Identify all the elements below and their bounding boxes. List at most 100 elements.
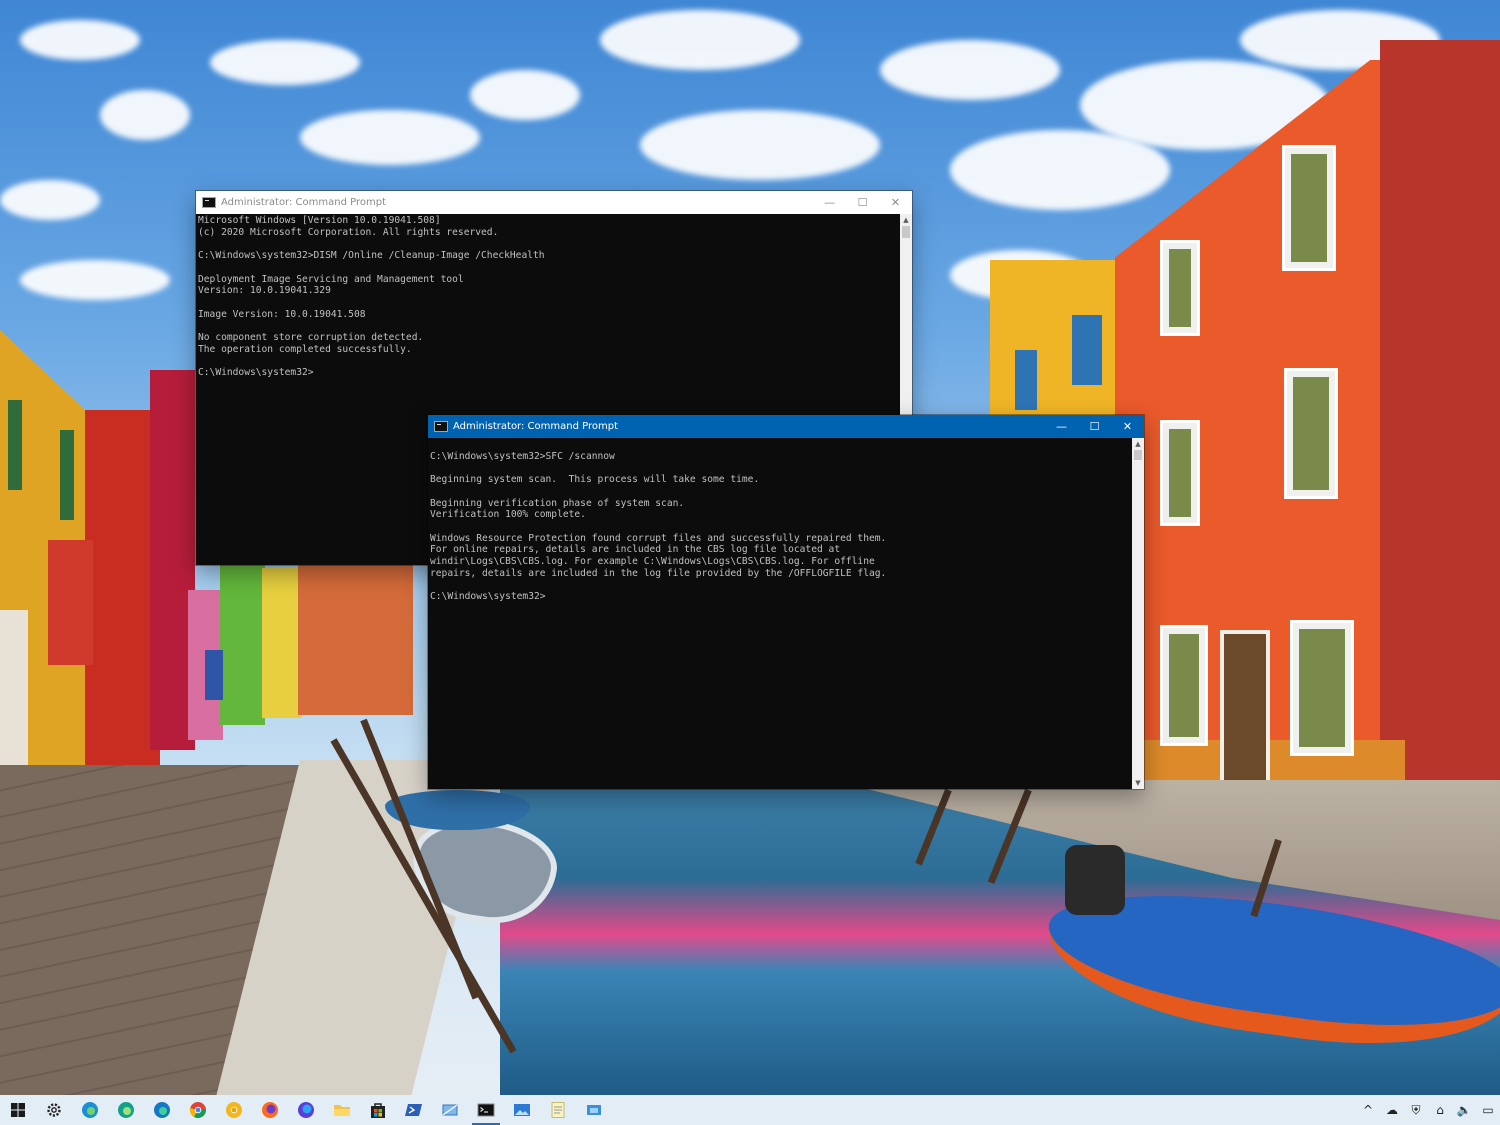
taskbar-notepad-button[interactable] xyxy=(540,1095,576,1125)
building-window xyxy=(1282,145,1336,271)
outboard-motor xyxy=(1065,845,1125,915)
chevron-up-icon[interactable]: ^ xyxy=(1356,1095,1380,1125)
edge-beta-icon xyxy=(117,1101,135,1119)
cloud xyxy=(880,40,1060,100)
taskbar-windows-start-button[interactable] xyxy=(0,1095,36,1125)
taskbar-edge-dev-button[interactable] xyxy=(144,1095,180,1125)
windows-start-icon xyxy=(9,1101,27,1119)
taskbar-store-button[interactable] xyxy=(360,1095,396,1125)
taskbar-chrome-button[interactable] xyxy=(180,1095,216,1125)
console-line: No component store corruption detected. xyxy=(198,332,424,344)
volume-icon[interactable]: 🔈 xyxy=(1452,1095,1476,1125)
building-window xyxy=(1160,625,1208,746)
taskbar-command-prompt-button[interactable] xyxy=(468,1095,504,1125)
red-house xyxy=(85,410,160,770)
console-line: C:\Windows\system32>DISM /Online /Cleanu… xyxy=(198,250,545,262)
console-line: Deployment Image Servicing and Managemen… xyxy=(198,273,464,285)
window-title: Administrator: Command Prompt xyxy=(221,197,386,208)
window-titlebar[interactable]: Administrator: Command Prompt — ☐ ✕ xyxy=(428,415,1144,438)
cloud xyxy=(20,20,140,60)
settings-gear-icon xyxy=(45,1101,63,1119)
system-tray: ^ ☁ ⛨ ⌂ 🔈 ▭ xyxy=(1356,1095,1500,1125)
hanging-cloth-blue xyxy=(205,650,223,700)
taskbar-file-explorer-button[interactable] xyxy=(324,1095,360,1125)
console-line: Image Version: 10.0.19041.508 xyxy=(198,308,366,320)
vertical-scrollbar[interactable]: ▲ ▼ xyxy=(1132,438,1144,789)
taskbar-remote-desktop-button[interactable] xyxy=(432,1095,468,1125)
green-house xyxy=(220,565,265,725)
hanging-carpet xyxy=(48,540,93,665)
taskbar-firefox-nightly-button[interactable] xyxy=(288,1095,324,1125)
console-output[interactable]: C:\Windows\system32>SFC /scannow Beginni… xyxy=(428,438,1132,789)
remote-desktop-icon xyxy=(441,1101,459,1119)
edge-dev-icon xyxy=(153,1101,171,1119)
scrollbar-thumb[interactable] xyxy=(1134,450,1142,460)
firefox-icon xyxy=(261,1101,279,1119)
notepad-icon xyxy=(549,1101,567,1119)
console-line: C:\Windows\system32>SFC /scannow xyxy=(430,450,615,462)
console-line: Beginning verification phase of system s… xyxy=(430,497,685,509)
maximize-button[interactable]: ☐ xyxy=(846,191,879,214)
command-prompt-icon xyxy=(434,421,448,432)
window-title: Administrator: Command Prompt xyxy=(453,421,618,432)
close-button[interactable]: ✕ xyxy=(1111,415,1144,438)
action-center-icon[interactable]: ▭ xyxy=(1476,1095,1500,1125)
cloud xyxy=(600,10,800,70)
store-icon xyxy=(369,1101,387,1119)
maximize-button[interactable]: ☐ xyxy=(1078,415,1111,438)
cloud xyxy=(470,70,580,120)
taskbar-edge-beta-button[interactable] xyxy=(108,1095,144,1125)
hanging-cloth xyxy=(0,610,28,780)
virtual-machine-icon xyxy=(585,1101,603,1119)
blue-shutter xyxy=(1015,350,1037,410)
command-prompt-icon xyxy=(477,1101,495,1119)
taskbar: ^ ☁ ⛨ ⌂ 🔈 ▭ xyxy=(0,1095,1500,1125)
building-window xyxy=(1160,240,1200,336)
network-icon[interactable]: ⌂ xyxy=(1428,1095,1452,1125)
taskbar-edge-button[interactable] xyxy=(72,1095,108,1125)
blue-shutter xyxy=(1072,315,1102,385)
powershell-icon xyxy=(405,1101,423,1119)
cloud xyxy=(300,110,480,165)
console-line: The operation completed successfully. xyxy=(198,343,412,355)
scroll-down-arrow-icon[interactable]: ▼ xyxy=(1132,777,1144,789)
taskbar-firefox-button[interactable] xyxy=(252,1095,288,1125)
taskbar-pinned-apps xyxy=(0,1095,612,1125)
close-button[interactable]: ✕ xyxy=(879,191,912,214)
chrome-canary-icon xyxy=(225,1101,243,1119)
taskbar-powershell-button[interactable] xyxy=(396,1095,432,1125)
taskbar-chrome-canary-button[interactable] xyxy=(216,1095,252,1125)
scroll-up-arrow-icon[interactable]: ▲ xyxy=(1132,438,1144,450)
security-shield-icon[interactable]: ⛨ xyxy=(1404,1095,1428,1125)
taskbar-settings-gear-button[interactable] xyxy=(36,1095,72,1125)
cloud xyxy=(100,90,190,140)
minimize-button[interactable]: — xyxy=(813,191,846,214)
firefox-nightly-icon xyxy=(297,1101,315,1119)
command-prompt-window-sfc[interactable]: Administrator: Command Prompt — ☐ ✕ C:\W… xyxy=(428,415,1144,789)
building-window xyxy=(1290,620,1354,756)
window-shutter xyxy=(60,430,74,520)
edge-icon xyxy=(81,1101,99,1119)
taskbar-virtual-machine-button[interactable] xyxy=(576,1095,612,1125)
console-line: windir\Logs\CBS\CBS.log. For example C:\… xyxy=(430,556,875,568)
scroll-up-arrow-icon[interactable]: ▲ xyxy=(900,214,912,226)
onedrive-cloud-icon[interactable]: ☁ xyxy=(1380,1095,1404,1125)
console-line: repairs, details are included in the log… xyxy=(430,567,887,579)
scrollbar-thumb[interactable] xyxy=(902,226,910,238)
cloud xyxy=(20,260,170,300)
window-titlebar[interactable]: Administrator: Command Prompt — ☐ ✕ xyxy=(196,191,912,214)
command-prompt-icon xyxy=(202,197,216,208)
console-line: For online repairs, details are included… xyxy=(430,544,841,556)
file-explorer-icon xyxy=(333,1101,351,1119)
taskbar-photos-button[interactable] xyxy=(504,1095,540,1125)
minimize-button[interactable]: — xyxy=(1045,415,1078,438)
console-line: Beginning system scan. This process will… xyxy=(430,474,760,486)
cloud xyxy=(210,40,360,85)
